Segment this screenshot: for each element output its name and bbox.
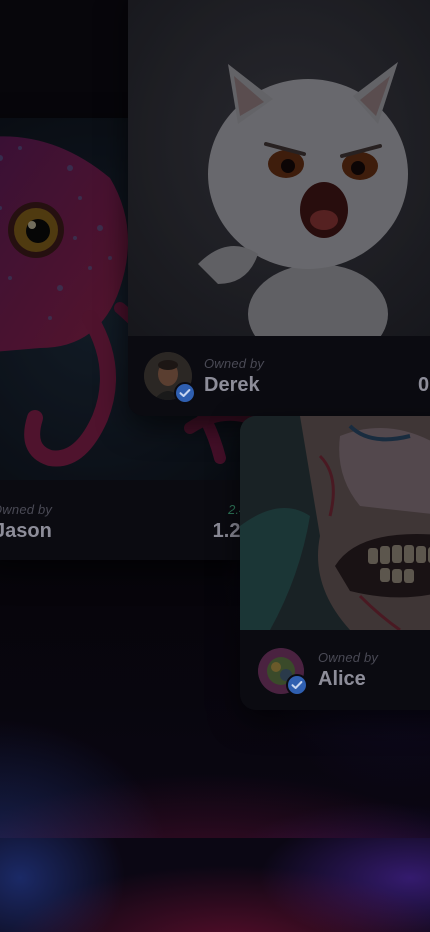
nft-card-derek[interactable]: Owned by Derek 0	[128, 0, 430, 416]
owned-by-label: Owned by	[204, 356, 265, 371]
owner-name[interactable]: Alice	[318, 668, 366, 691]
bottom-gradient-band	[0, 838, 430, 932]
price-eth: 0	[418, 374, 430, 396]
skull-illustration	[240, 416, 430, 630]
owned-by-label: Owned by	[318, 650, 379, 665]
kitten-illustration	[128, 0, 430, 336]
owner-name[interactable]: Jason	[0, 520, 52, 543]
owned-by-label: Owned by	[0, 502, 53, 517]
skull-artwork	[240, 416, 430, 630]
angry-kitten-artwork	[128, 0, 430, 336]
verified-badge-icon	[174, 382, 196, 404]
nft-card-alice[interactable]: Owned by Alice	[240, 416, 430, 710]
card-footer: Owned by Derek 0	[128, 336, 430, 416]
verified-badge-icon	[286, 674, 308, 696]
card-footer: Owned by Alice	[240, 630, 430, 710]
owner-name[interactable]: Derek	[204, 374, 260, 397]
collection-screen: Owned by Jason 2.432,21$ 1.2 ETH	[0, 0, 430, 932]
